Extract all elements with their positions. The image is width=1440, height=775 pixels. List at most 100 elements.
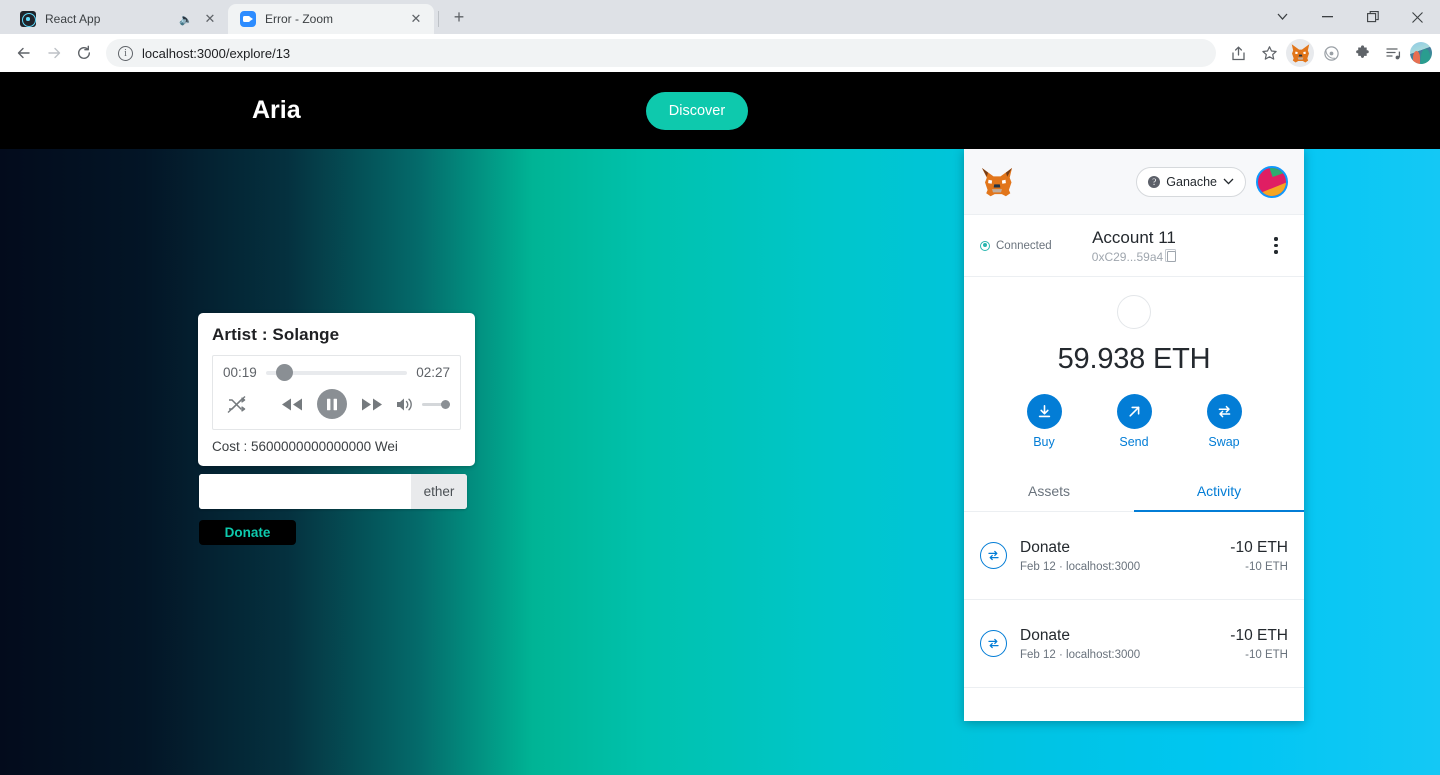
donate-amount-input[interactable] xyxy=(199,474,411,509)
activity-amount-secondary: -10 ETH xyxy=(1245,560,1288,573)
browser-toolbar: i localhost:3000/explore/13 xyxy=(0,34,1440,72)
send-button[interactable]: Send xyxy=(1111,394,1157,449)
swap-arrows-icon xyxy=(980,542,1007,569)
url-text: localhost:3000/explore/13 xyxy=(142,45,291,61)
connection-status[interactable]: Connected xyxy=(980,240,1090,252)
activity-amount: -10 ETH xyxy=(1230,538,1288,556)
account-address-row[interactable]: 0xC29...59a4 xyxy=(964,249,1304,264)
balance-section: 59.938 ETH Buy Send Swap xyxy=(964,277,1304,449)
tab-activity[interactable]: Activity xyxy=(1134,471,1304,512)
metamask-tabs: Assets Activity xyxy=(964,471,1304,512)
share-icon[interactable] xyxy=(1224,39,1252,67)
download-arrow-icon xyxy=(1026,394,1062,429)
tab-strip: React App 🔈 ✕ Error - Zoom ✕ + xyxy=(0,0,1440,34)
discover-button[interactable]: Discover xyxy=(646,91,748,130)
minimize-button[interactable] xyxy=(1305,0,1350,34)
account-options-menu-button[interactable] xyxy=(1264,237,1288,254)
react-icon xyxy=(20,11,36,27)
buy-button[interactable]: Buy xyxy=(1021,394,1067,449)
activity-amount: -10 ETH xyxy=(1230,626,1288,644)
copy-icon[interactable] xyxy=(1165,249,1177,262)
progress-thumb[interactable] xyxy=(276,364,294,381)
activity-subtitle: Feb 12 · localhost:3000 xyxy=(1020,648,1141,661)
donate-button[interactable]: Donate xyxy=(199,520,296,545)
tab-close-button[interactable]: ✕ xyxy=(202,11,218,27)
account-address: 0xC29...59a4 xyxy=(1091,249,1164,264)
volume-icon[interactable] xyxy=(393,396,417,413)
swap-label: Swap xyxy=(1208,435,1240,449)
extensions-puzzle-icon[interactable] xyxy=(1348,39,1376,67)
player-controls xyxy=(223,387,450,421)
connected-label: Connected xyxy=(996,239,1052,252)
new-tab-button[interactable]: + xyxy=(445,4,473,32)
close-window-button[interactable] xyxy=(1395,0,1440,34)
artist-label: Artist : Solange xyxy=(212,325,340,344)
tab-search-chevron-down-icon[interactable] xyxy=(1260,0,1305,34)
browser-tab-error-zoom[interactable]: Error - Zoom ✕ xyxy=(228,4,434,34)
player-card: Artist : Solange 00:19 02:27 Cost: 5600… xyxy=(198,313,475,466)
pause-icon[interactable] xyxy=(317,389,347,419)
rewind-icon[interactable] xyxy=(279,397,305,412)
address-bar[interactable]: i localhost:3000/explore/13 xyxy=(106,39,1216,67)
tab-title: React App xyxy=(45,12,101,26)
account-avatar[interactable] xyxy=(1256,165,1288,198)
menu-dot xyxy=(1274,237,1278,241)
metamask-popup: ? Ganache Connected Account 11 0xC29...5… xyxy=(964,149,1304,721)
tab-assets[interactable]: Assets xyxy=(964,471,1134,511)
donate-amount-group: ether xyxy=(199,474,467,509)
menu-dot xyxy=(1274,243,1278,248)
bookmark-star-icon[interactable] xyxy=(1255,39,1283,67)
page-viewport: Aria Discover Artist : Solange 00:19 02:… xyxy=(0,72,1440,775)
circle-extension-icon[interactable] xyxy=(1317,39,1345,67)
tab-close-button[interactable]: ✕ xyxy=(408,11,424,27)
menu-dot xyxy=(1274,250,1278,254)
activity-subtitle: Feb 12 · localhost:3000 xyxy=(1020,560,1141,573)
reload-button[interactable] xyxy=(70,39,98,67)
buy-label: Buy xyxy=(1033,435,1055,449)
activity-list: Donate Feb 12 · localhost:3000 -10 ETH -… xyxy=(964,512,1304,709)
progress-row: 00:19 02:27 xyxy=(223,364,450,381)
metamask-extension-icon[interactable] xyxy=(1286,39,1314,67)
ether-unit-label: ether xyxy=(411,474,467,509)
popup-footer-strip xyxy=(964,709,1304,721)
swap-arrows-icon xyxy=(980,630,1007,657)
activity-title: Donate xyxy=(1020,538,1070,556)
maximize-restore-button[interactable] xyxy=(1350,0,1395,34)
tab-title: Error - Zoom xyxy=(265,12,334,26)
tab-mute-icon[interactable]: 🔈 xyxy=(179,13,193,26)
balance-amount: 59.938 ETH xyxy=(1057,343,1211,375)
reading-list-icon[interactable] xyxy=(1379,39,1407,67)
activity-row[interactable]: Donate Feb 12 · localhost:3000 -10 ETH -… xyxy=(964,600,1304,688)
volume-slider[interactable] xyxy=(422,397,450,411)
send-label: Send xyxy=(1119,435,1149,449)
tab-separator xyxy=(438,11,439,27)
activity-row[interactable]: Donate Feb 12 · localhost:3000 -10 ETH -… xyxy=(964,512,1304,600)
wallet-actions: Buy Send Swap xyxy=(964,394,1304,449)
swap-arrows-icon xyxy=(1206,394,1242,429)
browser-tab-react-app[interactable]: React App 🔈 ✕ xyxy=(8,4,228,34)
network-status-icon: ? xyxy=(1148,175,1161,188)
toolbar-icon-group xyxy=(1224,39,1432,67)
activity-title: Donate xyxy=(1020,626,1070,644)
site-info-icon[interactable]: i xyxy=(118,45,133,61)
current-time-label: 00:19 xyxy=(223,365,257,380)
audio-player: 00:19 02:27 xyxy=(212,355,461,430)
fast-forward-icon[interactable] xyxy=(359,397,385,412)
profile-avatar[interactable] xyxy=(1410,42,1432,64)
forward-button[interactable] xyxy=(40,39,68,67)
activity-amount-secondary: -10 ETH xyxy=(1245,648,1288,661)
token-icon xyxy=(1117,295,1151,329)
volume-thumb[interactable] xyxy=(441,399,450,409)
chevron-down-icon xyxy=(1223,178,1234,185)
progress-slider[interactable] xyxy=(265,364,408,381)
browser-chrome: React App 🔈 ✕ Error - Zoom ✕ + i localho… xyxy=(0,0,1440,72)
app-title: Aria xyxy=(252,96,301,124)
app-header: Aria Discover xyxy=(0,72,1440,149)
network-selector[interactable]: ? Ganache xyxy=(1136,166,1246,197)
shuffle-disabled-icon[interactable] xyxy=(223,395,249,414)
swap-button[interactable]: Swap xyxy=(1201,394,1247,449)
activity-text: Donate Feb 12 · localhost:3000 xyxy=(1020,539,1217,573)
account-bar: Connected Account 11 0xC29...59a4 xyxy=(964,215,1304,277)
activity-amounts: -10 ETH -10 ETH xyxy=(1230,539,1288,573)
back-button[interactable] xyxy=(10,39,38,67)
